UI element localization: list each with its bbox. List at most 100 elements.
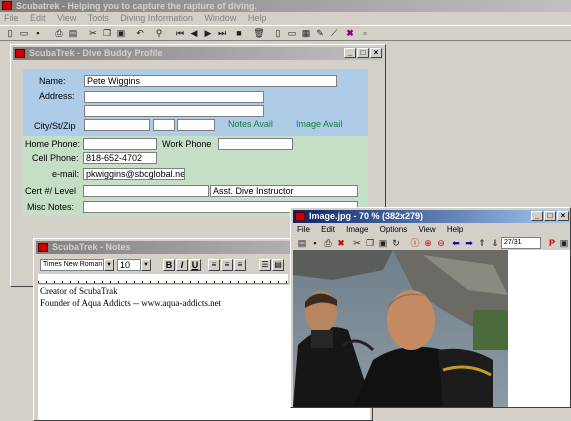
cell-phone-field[interactable]: 818-652-4702 xyxy=(83,152,157,164)
image-maximize-button[interactable]: □ xyxy=(544,211,556,221)
previous-icon[interactable]: ⬅ xyxy=(449,236,463,250)
copy-icon[interactable]: ❐ xyxy=(363,236,377,250)
app-title: Scubatrek - Helping you to capture the r… xyxy=(16,1,258,11)
print-preview-icon[interactable]: ▤ xyxy=(66,26,80,40)
zoom-out-icon[interactable]: ⊖ xyxy=(434,236,448,250)
image-menu-image[interactable]: Image xyxy=(346,225,368,234)
image-close-button[interactable]: × xyxy=(557,211,569,221)
menu-help[interactable]: Help xyxy=(248,13,267,23)
open-folder-icon[interactable]: ▤ xyxy=(295,236,309,250)
pencil-icon[interactable]: ✎ xyxy=(313,26,327,40)
paste-icon[interactable]: ▣ xyxy=(376,236,390,250)
notes-ruler xyxy=(38,274,288,284)
new-doc-icon[interactable]: ▯ xyxy=(3,26,17,40)
misc-notes-label: Misc Notes: xyxy=(27,202,75,212)
work-phone-field[interactable] xyxy=(218,138,293,150)
close-x-icon[interactable]: ✖ xyxy=(343,26,357,40)
zip-field[interactable] xyxy=(177,119,215,131)
divers-photo xyxy=(293,250,508,407)
align-left-icon[interactable]: ≡ xyxy=(208,259,220,271)
image-menu-options[interactable]: Options xyxy=(380,225,408,234)
main-toolbar: ▯ ▭ ▪ ⎙ ▤ ✂ ❐ ▣ ↶ ⚲ ⏮ ◀ ▶ ⏭ ■ 🗑 ▯ ▭ ▦ ✎ … xyxy=(0,25,571,41)
cut-icon[interactable]: ✂ xyxy=(350,236,364,250)
buddy-title: ScubaTrek - Dive Buddy Profile xyxy=(29,48,163,58)
notes-title: ScubaTrek - Notes xyxy=(52,242,131,252)
buddy-maximize-button[interactable]: □ xyxy=(357,48,369,58)
bullets-icon[interactable]: ☰ xyxy=(259,259,271,271)
indent-icon[interactable]: ▤ xyxy=(272,259,284,271)
help-icon[interactable]: ▫ xyxy=(358,26,372,40)
delete-icon[interactable]: ✖ xyxy=(334,236,348,250)
image-menu-help[interactable]: Help xyxy=(447,225,463,234)
align-right-icon[interactable]: ≡ xyxy=(234,259,246,271)
first-icon[interactable]: ⇑ xyxy=(475,236,489,250)
save-icon[interactable]: ▪ xyxy=(308,236,322,250)
italic-button[interactable]: I xyxy=(176,259,188,271)
next-record-icon[interactable]: ▶ xyxy=(201,26,215,40)
bold-button[interactable]: B xyxy=(163,259,175,271)
email-field[interactable]: pkwiggins@sbcglobal.ne xyxy=(83,168,185,180)
menu-diving-information[interactable]: Diving Information xyxy=(120,13,193,23)
home-phone-field[interactable] xyxy=(83,138,157,150)
first-record-icon[interactable]: ⏮ xyxy=(173,26,187,40)
address-line1-field[interactable] xyxy=(84,91,264,103)
print-icon[interactable]: ⎙ xyxy=(321,236,335,250)
underline-button[interactable]: U xyxy=(189,259,201,271)
copy-icon[interactable]: ❐ xyxy=(100,26,114,40)
image-minimize-button[interactable]: _ xyxy=(531,211,543,221)
screen-icon[interactable]: ▣ xyxy=(557,236,571,250)
trash-icon[interactable]: 🗑 xyxy=(252,26,266,40)
font-size-dropdown-button[interactable]: ▼ xyxy=(141,259,151,271)
stop-icon[interactable]: ■ xyxy=(232,26,246,40)
print-icon[interactable]: ⎙ xyxy=(52,26,66,40)
page-counter-field[interactable]: 27/31 xyxy=(501,237,541,249)
prev-record-icon[interactable]: ◀ xyxy=(187,26,201,40)
font-name-select[interactable]: Times New Roman xyxy=(40,259,104,271)
buddy-app-icon xyxy=(15,49,25,58)
buddy-minimize-button[interactable]: _ xyxy=(344,48,356,58)
grid-icon[interactable]: ▦ xyxy=(299,26,313,40)
last-icon[interactable]: ⇓ xyxy=(488,236,502,250)
name-label: Name: xyxy=(39,76,66,86)
doc-icon[interactable]: ▯ xyxy=(271,26,285,40)
new-icon[interactable]: ▭ xyxy=(17,26,31,40)
menu-view[interactable]: View xyxy=(57,13,76,23)
font-name-dropdown-button[interactable]: ▼ xyxy=(104,259,114,271)
last-record-icon[interactable]: ⏭ xyxy=(215,26,229,40)
rotate-icon[interactable]: ↻ xyxy=(389,236,403,250)
city-field[interactable] xyxy=(84,119,150,131)
align-center-icon[interactable]: ≡ xyxy=(221,259,233,271)
next-icon[interactable]: ➡ xyxy=(462,236,476,250)
graph-icon[interactable]: ⟋ xyxy=(327,26,341,40)
main-menu-bar: File Edit View Tools Diving Information … xyxy=(4,12,275,24)
notes-avail-label: Notes Avail xyxy=(228,119,273,129)
image-avail-label: Image Avail xyxy=(296,119,343,129)
menu-edit[interactable]: Edit xyxy=(30,13,46,23)
doc2-icon[interactable]: ▭ xyxy=(285,26,299,40)
buddy-close-button[interactable]: × xyxy=(370,48,382,58)
cert-number-field[interactable] xyxy=(83,185,209,197)
cut-icon[interactable]: ✂ xyxy=(86,26,100,40)
binoculars-icon[interactable]: ⚲ xyxy=(152,26,166,40)
paste-icon[interactable]: ▣ xyxy=(114,26,128,40)
app-icon xyxy=(2,1,12,10)
menu-window[interactable]: Window xyxy=(204,13,236,23)
undo-icon[interactable]: ↶ xyxy=(133,26,147,40)
image-menu-edit[interactable]: Edit xyxy=(321,225,335,234)
work-phone-label: Work Phone xyxy=(162,139,212,149)
menu-tools[interactable]: Tools xyxy=(88,13,109,23)
state-field[interactable] xyxy=(153,119,175,131)
font-size-select[interactable]: 10 xyxy=(117,259,141,271)
image-menu-file[interactable]: File xyxy=(297,225,310,234)
save-icon[interactable]: ▪ xyxy=(31,26,45,40)
info-icon[interactable]: ⓘ xyxy=(408,236,422,250)
image-title: Image.jpg - 70 % (382x279) xyxy=(309,211,424,221)
name-field[interactable]: Pete Wiggins xyxy=(84,75,337,87)
cert-level-field[interactable]: Asst. Dive Instructor xyxy=(210,185,358,197)
image-canvas xyxy=(293,250,570,407)
image-menu-view[interactable]: View xyxy=(418,225,435,234)
app-title-bar: Scubatrek - Helping you to capture the r… xyxy=(0,0,571,12)
menu-file[interactable]: File xyxy=(4,13,19,23)
address-line2-field[interactable] xyxy=(84,105,264,117)
zoom-in-icon[interactable]: ⊕ xyxy=(421,236,435,250)
